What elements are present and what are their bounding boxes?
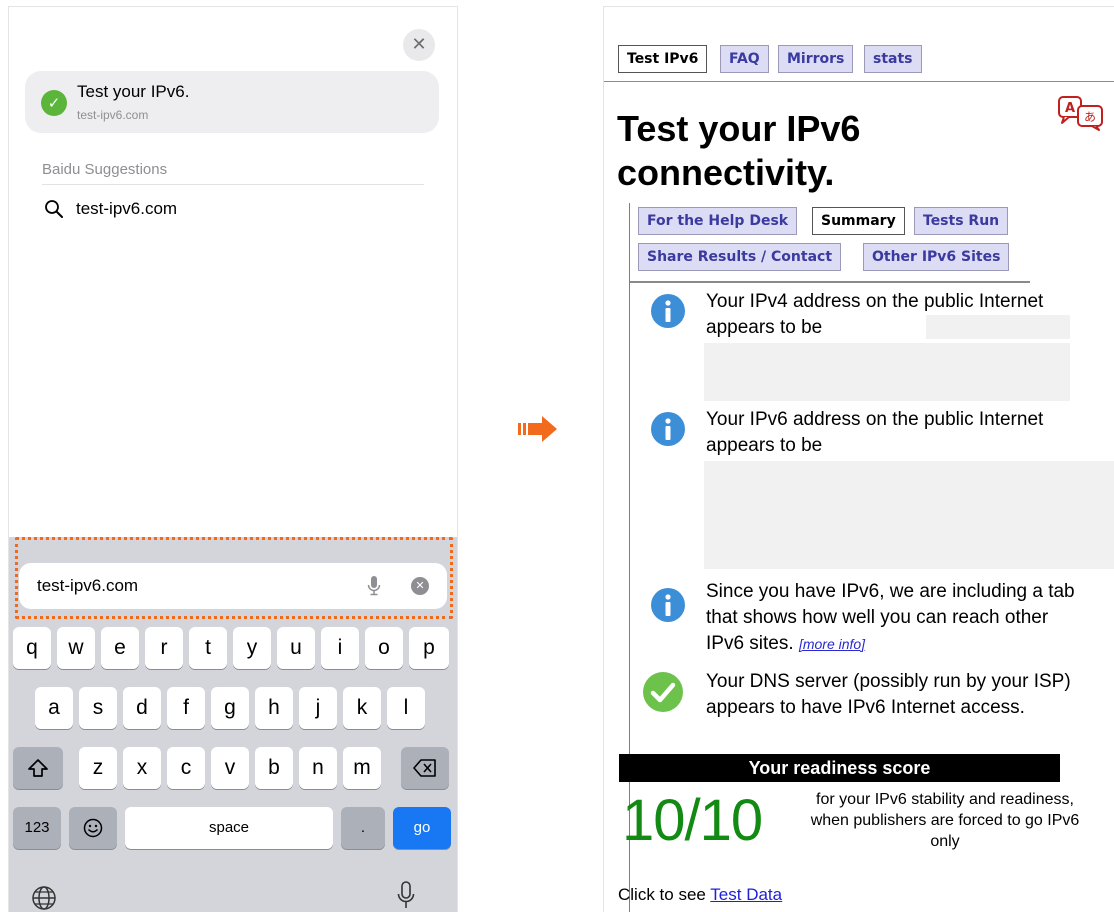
close-icon[interactable]: ✕	[403, 29, 435, 61]
key-u[interactable]: u	[277, 627, 315, 669]
globe-icon[interactable]	[31, 885, 57, 911]
arrow-right-icon	[518, 416, 557, 442]
emoji-key[interactable]	[69, 807, 117, 849]
suggestion-label: test-ipv6.com	[76, 199, 178, 218]
test-ipv6-page: Test IPv6 FAQ Mirrors stats A あ Test you…	[603, 6, 1114, 912]
tab-stats[interactable]: stats	[864, 45, 922, 73]
tab-summary[interactable]: Summary	[812, 207, 905, 235]
key-i[interactable]: i	[321, 627, 359, 669]
key-b[interactable]: b	[255, 747, 293, 789]
key-n[interactable]: n	[299, 747, 337, 789]
key-f[interactable]: f	[167, 687, 205, 729]
tab-test-ipv6[interactable]: Test IPv6	[618, 45, 708, 73]
redacted-ipv4	[926, 315, 1070, 339]
top-hit-suggestion[interactable]: ✓ Test your IPv6. test-ipv6.com	[25, 71, 439, 133]
tab-tests-run[interactable]: Tests Run	[914, 207, 1009, 235]
tab-mirrors[interactable]: Mirrors	[778, 45, 854, 73]
top-hit-title: Test your IPv6.	[77, 82, 190, 101]
ipv6-tab-message: Since you have IPv6, we are including a …	[706, 579, 1086, 657]
key-d[interactable]: d	[123, 687, 161, 729]
divider	[604, 81, 1114, 82]
tab-other-ipv6-sites[interactable]: Other IPv6 Sites	[863, 243, 1010, 271]
key-p[interactable]: p	[409, 627, 449, 669]
numbers-key[interactable]: 123	[13, 807, 61, 849]
key-z[interactable]: z	[79, 747, 117, 789]
backspace-icon	[413, 759, 436, 777]
readiness-description: for your IPv6 stability and readiness, w…	[810, 791, 1080, 850]
key-l[interactable]: l	[387, 687, 425, 729]
ipv6-message: Your IPv6 address on the public Internet…	[706, 409, 1044, 456]
key-e[interactable]: e	[101, 627, 139, 669]
key-v[interactable]: v	[211, 747, 249, 789]
test-data-prefix: Click to see	[618, 885, 706, 904]
check-circle-icon	[643, 672, 683, 712]
shift-key[interactable]	[13, 747, 63, 789]
key-k[interactable]: k	[343, 687, 381, 729]
key-j[interactable]: j	[299, 687, 337, 729]
key-q[interactable]: q	[13, 627, 51, 669]
translate-icon[interactable]: A あ	[1056, 95, 1108, 131]
tab-help-desk[interactable]: For the Help Desk	[638, 207, 798, 235]
period-key[interactable]: .	[341, 807, 385, 849]
keyboard-area: test-ipv6.com ✕ q w e r t y u i o p a s	[9, 537, 457, 912]
mic-icon[interactable]	[367, 575, 381, 597]
top-hit-url: test-ipv6.com	[77, 108, 149, 122]
info-icon	[651, 412, 685, 446]
redacted-ipv4-details	[704, 343, 1070, 401]
key-h[interactable]: h	[255, 687, 293, 729]
mic-icon[interactable]	[397, 881, 415, 911]
suggestions-header: Baidu Suggestions	[42, 161, 168, 178]
divider	[630, 281, 1030, 283]
dns-message: Your DNS server (possibly run by your IS…	[706, 671, 1071, 718]
test-data-line: Click to see Test Data	[618, 885, 782, 905]
tab-share-results[interactable]: Share Results / Contact	[638, 243, 842, 271]
go-key[interactable]: go	[393, 807, 451, 849]
key-g[interactable]: g	[211, 687, 249, 729]
readiness-score: 10/10	[622, 788, 763, 853]
space-key[interactable]: space	[125, 807, 333, 849]
redacted-ipv6	[704, 461, 1114, 569]
key-w[interactable]: w	[57, 627, 95, 669]
key-m[interactable]: m	[343, 747, 381, 789]
address-input[interactable]: test-ipv6.com	[37, 576, 138, 596]
svg-text:あ: あ	[1084, 110, 1096, 124]
key-a[interactable]: a	[35, 687, 73, 729]
key-y[interactable]: y	[233, 627, 271, 669]
key-t[interactable]: t	[189, 627, 227, 669]
shift-icon	[28, 759, 48, 777]
emoji-icon	[83, 818, 103, 838]
key-s[interactable]: s	[79, 687, 117, 729]
tab-faq[interactable]: FAQ	[720, 45, 769, 73]
check-circle-icon: ✓	[41, 90, 67, 116]
divider	[42, 184, 424, 185]
ipv6-tab-message-text: Since you have IPv6, we are including a …	[706, 581, 1075, 654]
clear-icon[interactable]: ✕	[411, 577, 429, 595]
key-r[interactable]: r	[145, 627, 183, 669]
info-icon	[651, 294, 685, 328]
readiness-header: Your readiness score	[619, 754, 1060, 782]
key-o[interactable]: o	[365, 627, 403, 669]
more-info-link[interactable]: [more info]	[799, 636, 865, 652]
safari-search-screen: ✕ ✓ Test your IPv6. test-ipv6.com Baidu …	[8, 6, 458, 912]
svg-text:A: A	[1065, 101, 1075, 116]
key-x[interactable]: x	[123, 747, 161, 789]
search-icon	[45, 200, 63, 218]
page-title: Test your IPv6 connectivity.	[617, 108, 861, 193]
key-c[interactable]: c	[167, 747, 205, 789]
delete-key[interactable]	[401, 747, 449, 789]
test-data-link[interactable]: Test Data	[710, 885, 782, 904]
info-icon	[651, 588, 685, 622]
address-bar[interactable]: test-ipv6.com ✕	[19, 563, 447, 609]
